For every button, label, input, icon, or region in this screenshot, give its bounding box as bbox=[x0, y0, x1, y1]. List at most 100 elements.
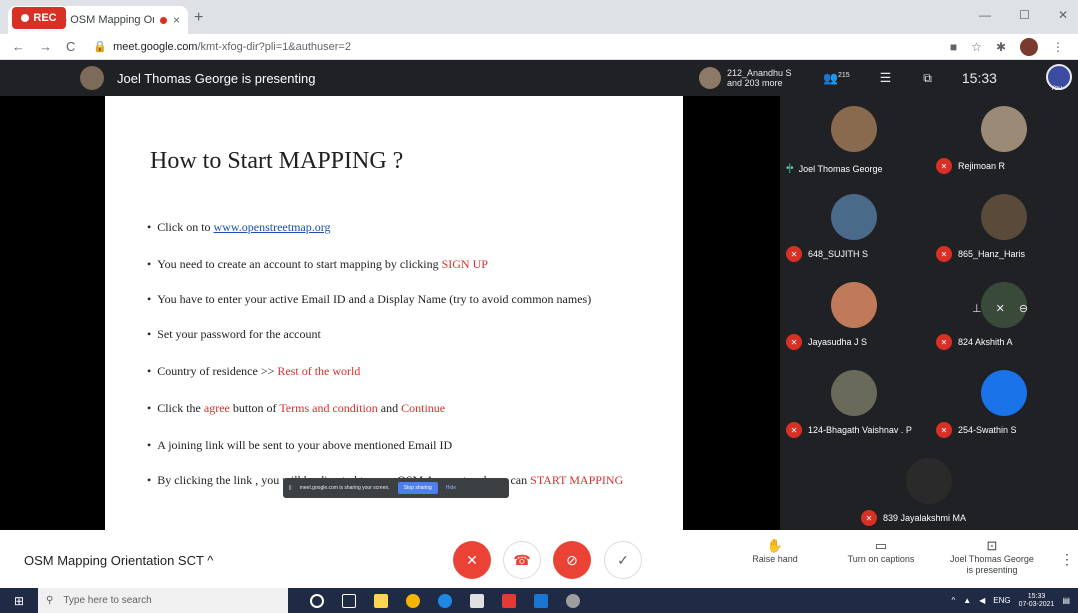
bullet-7: A joining link will be sent to your abov… bbox=[147, 434, 647, 456]
file-manager-icon[interactable] bbox=[374, 593, 388, 608]
mic-off-icon: ✕ bbox=[936, 158, 952, 174]
camera-off-icon: ⊘ bbox=[566, 551, 578, 568]
tile-hover-controls: ⊥ ✕ ⊖ bbox=[972, 302, 1028, 315]
participant-name: Jayasudha J S bbox=[808, 337, 868, 347]
search-icon: ⚲ bbox=[46, 595, 54, 606]
chat-icon[interactable]: ☰ bbox=[880, 70, 892, 86]
recording-dot-icon bbox=[159, 16, 167, 24]
bullet-6: Click the agree button of Terms and cond… bbox=[147, 397, 647, 419]
mic-toggle-button[interactable]: ✕ bbox=[453, 541, 491, 579]
osm-link: www.openstreetmap.org bbox=[213, 220, 331, 234]
stop-sharing-button[interactable]: Stop sharing bbox=[397, 482, 438, 494]
url-path: /kmt-xfog-dir?pli=1&authuser=2 bbox=[197, 40, 351, 53]
mic-off-icon: ✕ bbox=[466, 551, 478, 568]
pin-icon[interactable]: ⊥ bbox=[972, 302, 982, 315]
back-icon[interactable]: ← bbox=[12, 39, 25, 54]
phone-icon: ☎ bbox=[513, 551, 531, 568]
meeting-details-button[interactable]: OSM Mapping Orientation SCT ^ bbox=[24, 553, 213, 568]
participant-tile[interactable]: •|• Joel Thomas George bbox=[780, 96, 928, 182]
mic-off-icon: ✕ bbox=[936, 334, 952, 350]
network-icon[interactable]: ▲ bbox=[963, 596, 971, 605]
clock-time: 15:33 bbox=[1027, 592, 1046, 600]
notifications-icon[interactable]: ▤ bbox=[1062, 596, 1070, 605]
meeting-name: OSM Mapping Orientation SCT bbox=[24, 553, 204, 568]
raise-hand-label: Raise hand bbox=[752, 554, 798, 564]
participant-name: Joel Thomas George bbox=[798, 163, 883, 174]
camera-toggle-button[interactable]: ⊘ bbox=[553, 541, 591, 579]
avatar bbox=[831, 282, 877, 328]
avatar bbox=[831, 106, 877, 152]
tab-close-icon[interactable]: × bbox=[173, 13, 180, 27]
mic-off-icon: ✕ bbox=[936, 246, 952, 262]
camera-indicator-icon[interactable]: ■ bbox=[950, 40, 957, 54]
edge-icon[interactable] bbox=[438, 593, 452, 608]
participants-summary-line1: 212_Anandhu S bbox=[727, 68, 792, 78]
participant-tile[interactable]: ✕ Jayasudha J S bbox=[780, 272, 928, 358]
mic-off-icon: ✕ bbox=[786, 422, 802, 438]
leave-call-button[interactable]: ☎ bbox=[503, 541, 541, 579]
people-icon: 👥 bbox=[823, 71, 838, 85]
participant-name: 124-Bhagath Vaishnav . P bbox=[808, 425, 912, 435]
more-options-icon[interactable]: ⋮ bbox=[1060, 551, 1074, 568]
store-icon[interactable] bbox=[470, 593, 484, 608]
address-bar: ← → C 🔒 meet.google.com/kmt-xfog-dir?pli… bbox=[0, 34, 1078, 60]
present-icon: ⊡ bbox=[986, 538, 998, 553]
minimize-button[interactable]: — bbox=[979, 8, 991, 22]
task-view-icon[interactable] bbox=[342, 593, 356, 608]
participant-tile[interactable]: ✕ 124-Bhagath Vaishnav . P bbox=[780, 360, 928, 446]
participant-tile[interactable]: ✕ 839 Jayalakshmi MA bbox=[855, 448, 1003, 534]
extensions-area: ■ ☆ ✱ ⋮ bbox=[950, 37, 1064, 56]
office-icon[interactable] bbox=[502, 593, 516, 608]
participant-name: Rejimoan R bbox=[958, 161, 1006, 171]
mute-participant-icon[interactable]: ✕ bbox=[996, 302, 1005, 315]
windows-start-icon[interactable]: ⊞ bbox=[0, 588, 38, 613]
menu-dots-icon[interactable]: ⋮ bbox=[1052, 40, 1064, 54]
check-button[interactable]: ✓ bbox=[604, 541, 642, 579]
presenting-line2: is presenting bbox=[966, 565, 1018, 575]
bullet-2: You need to create an account to start m… bbox=[147, 253, 647, 275]
url-domain: meet.google.com bbox=[113, 40, 198, 53]
system-tray: ^ ▲ ◀ ENG 15:33 07-03-2021 ▤ bbox=[951, 593, 1070, 609]
participant-tile[interactable]: ✕ 648_SUJITH S bbox=[780, 184, 928, 270]
close-window-button[interactable]: ✕ bbox=[1058, 8, 1068, 22]
reload-icon[interactable]: C bbox=[66, 39, 75, 54]
raise-hand-button[interactable]: ✋ Raise hand bbox=[748, 539, 802, 565]
self-label: You bbox=[1050, 85, 1062, 92]
participant-tile[interactable]: ✕ 824 Akshith A bbox=[930, 272, 1078, 358]
mail-icon[interactable] bbox=[534, 593, 548, 608]
people-button[interactable]: 👥215 bbox=[823, 71, 850, 85]
participant-tile[interactable]: ✕ 254-Swathin S bbox=[930, 360, 1078, 446]
activities-icon[interactable]: ⧉ bbox=[923, 71, 932, 86]
bullet-3: You have to enter your active Email ID a… bbox=[147, 290, 647, 308]
captions-button[interactable]: ▭ Turn on captions bbox=[838, 539, 924, 565]
participant-name: 865_Hanz_Haris bbox=[958, 249, 1026, 259]
participant-tile[interactable]: ✕ Rejimoan R bbox=[930, 96, 1078, 182]
clock-date: 07-03-2021 bbox=[1018, 600, 1055, 608]
volume-icon[interactable]: ◀ bbox=[979, 596, 985, 605]
cortana-icon[interactable] bbox=[310, 593, 324, 608]
participant-count: 215 bbox=[837, 72, 850, 79]
url-field[interactable]: 🔒 meet.google.com/kmt-xfog-dir?pli=1&aut… bbox=[93, 40, 351, 54]
mic-off-icon: ✕ bbox=[786, 334, 802, 350]
bookmark-star-icon[interactable]: ☆ bbox=[971, 40, 982, 54]
presenting-button[interactable]: ⊡ Joel Thomas George is presenting bbox=[944, 538, 1040, 576]
participant-name: 648_SUJITH S bbox=[808, 249, 869, 259]
remove-icon[interactable]: ⊖ bbox=[1019, 302, 1028, 315]
nav-buttons: ← → C bbox=[12, 39, 75, 54]
hide-button[interactable]: Hide bbox=[446, 485, 456, 491]
forward-icon[interactable]: → bbox=[39, 39, 52, 54]
settings-icon[interactable] bbox=[566, 593, 580, 608]
participants-summary[interactable]: 212_Anandhu S and 203 more bbox=[727, 68, 807, 88]
chrome-icon[interactable] bbox=[406, 593, 420, 608]
maximize-button[interactable]: ☐ bbox=[1019, 8, 1030, 22]
new-tab-button[interactable]: + bbox=[194, 9, 203, 27]
share-pause-icon: || bbox=[289, 485, 292, 491]
tray-lang[interactable]: ENG bbox=[993, 596, 1010, 605]
profile-avatar[interactable] bbox=[1020, 37, 1038, 56]
participant-tile[interactable]: ✕ 865_Hanz_Haris bbox=[930, 184, 1078, 270]
taskbar-search[interactable]: ⚲ Type here to search bbox=[38, 588, 288, 613]
captions-label: Turn on captions bbox=[847, 554, 915, 564]
extensions-icon[interactable]: ✱ bbox=[996, 40, 1006, 54]
system-clock[interactable]: 15:33 07-03-2021 bbox=[1019, 593, 1055, 609]
tray-arrow-icon[interactable]: ^ bbox=[951, 596, 955, 605]
